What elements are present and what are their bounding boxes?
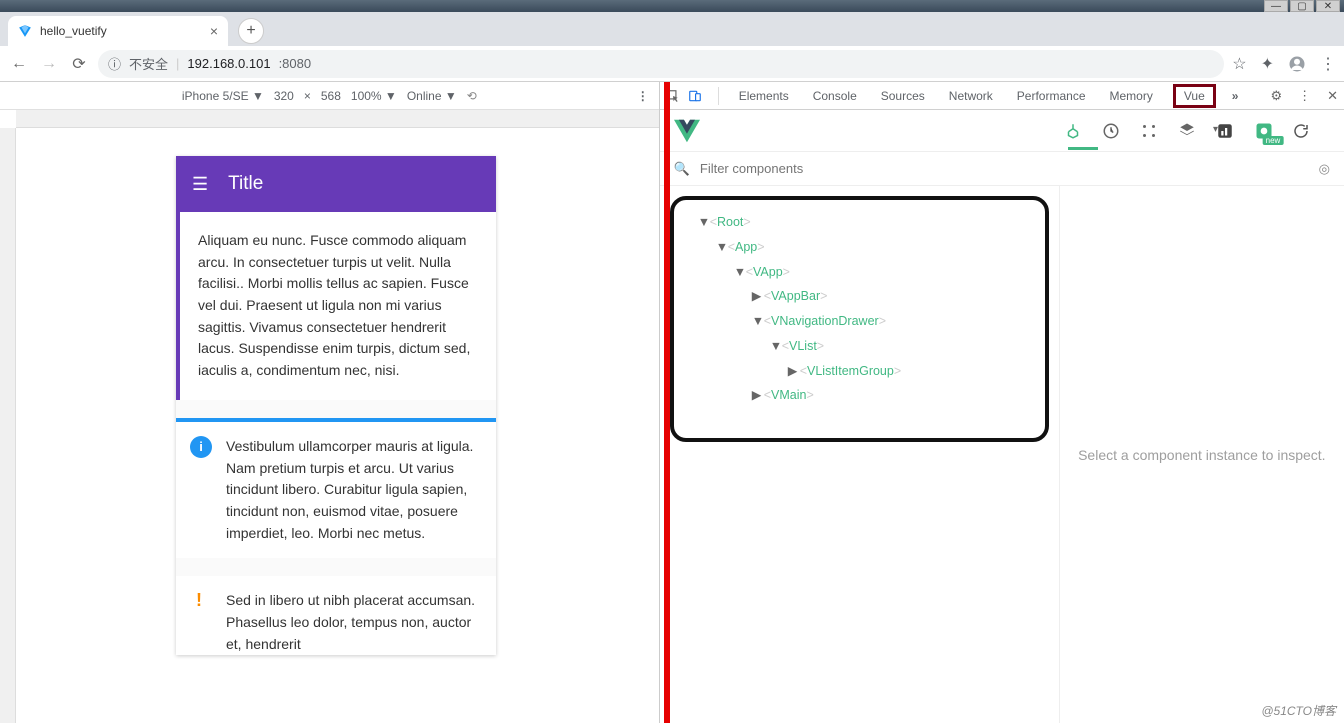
search-icon: 🔍 <box>674 161 690 177</box>
vue-devtools-toolbar: ▾ new <box>660 110 1344 152</box>
refresh-tool-icon[interactable] <box>1292 122 1330 140</box>
warning-icon: ! <box>196 590 200 608</box>
hamburger-icon[interactable]: ☰ <box>192 174 208 195</box>
card-info: i Vestibulum ullamcorper mauris at ligul… <box>176 418 496 558</box>
device-select[interactable]: iPhone 5/SE ▼ <box>182 89 264 103</box>
browser-menu-icon[interactable]: ⋮ <box>1320 54 1336 74</box>
card-info-text: Vestibulum ullamcorper mauris at ligula.… <box>226 436 482 544</box>
main-split: iPhone 5/SE ▼ 320 × 568 100% ▼ Online ▼ … <box>0 82 1344 723</box>
settings-tool-icon[interactable]: new <box>1254 121 1292 141</box>
window-minimize-button[interactable]: — <box>1264 0 1288 12</box>
reload-button[interactable]: ⟳ <box>68 54 90 74</box>
preview-canvas: ☰ Title Aliquam eu nunc. Fusce commodo a… <box>0 110 659 723</box>
devtools-menu-icon[interactable]: ⋮ <box>1298 88 1311 104</box>
device-toolbar-menu-icon[interactable]: ⋮ <box>637 89 649 103</box>
back-button[interactable]: ← <box>8 55 30 73</box>
vue-devtools-main: ▼<Root> ▼<App> ▼<VApp> ▶<VAppBar> ▼<VNav… <box>660 186 1344 723</box>
address-bar[interactable]: ⓘ 不安全 | 192.168.0.101:8080 <box>98 50 1224 78</box>
component-tree[interactable]: ▼<Root> ▼<App> ▼<VApp> ▶<VAppBar> ▼<VNav… <box>680 210 1039 408</box>
ruler-left <box>0 128 16 723</box>
app-bar: ☰ Title <box>176 156 496 212</box>
card-warning: ! Sed in libero ut nibh placerat accumsa… <box>176 576 496 655</box>
forward-button[interactable]: → <box>38 55 60 73</box>
tab-console[interactable]: Console <box>809 89 861 103</box>
card-primary: Aliquam eu nunc. Fusce commodo aliquam a… <box>176 212 496 400</box>
component-filter-input[interactable] <box>700 161 1309 176</box>
device-frame: ☰ Title Aliquam eu nunc. Fusce commodo a… <box>176 156 496 655</box>
tab-network[interactable]: Network <box>945 89 997 103</box>
annotation-box: ▼<Root> ▼<App> ▼<VApp> ▶<VAppBar> ▼<VNav… <box>670 196 1049 442</box>
tab-performance[interactable]: Performance <box>1013 89 1090 103</box>
browser-tabstrip: hello_vuetify × + <box>0 12 1344 46</box>
devtools-tabbar: Elements Console Sources Network Perform… <box>660 82 1344 110</box>
site-info-icon[interactable]: ⓘ <box>108 54 121 73</box>
routes-tool-icon[interactable] <box>1140 122 1178 140</box>
network-select[interactable]: Online ▼ <box>407 89 457 103</box>
tab-elements[interactable]: Elements <box>735 89 793 103</box>
security-label: 不安全 <box>129 54 168 73</box>
browser-tab[interactable]: hello_vuetify × <box>8 16 228 46</box>
zoom-select[interactable]: 100% ▼ <box>351 89 397 103</box>
device-toolbar: iPhone 5/SE ▼ 320 × 568 100% ▼ Online ▼ … <box>0 82 659 110</box>
rotate-icon[interactable]: ⟲ <box>467 89 477 103</box>
detail-empty-text: Select a component instance to inspect. <box>1078 447 1325 463</box>
browser-tab-title: hello_vuetify <box>40 24 107 38</box>
tabs-overflow-icon[interactable]: » <box>1232 89 1239 103</box>
tab-vue[interactable]: Vue <box>1173 84 1216 108</box>
app-bar-title: Title <box>228 173 263 195</box>
address-url: 192.168.0.101 <box>187 56 270 71</box>
component-detail-pane: Select a component instance to inspect. <box>1060 186 1344 723</box>
address-bar-row: ← → ⟳ ⓘ 不安全 | 192.168.0.101:8080 ☆ ✦ ⋮ <box>0 46 1344 82</box>
vue-logo-icon <box>674 118 700 144</box>
info-icon: i <box>190 436 212 458</box>
perf-tool-icon[interactable] <box>1216 122 1254 140</box>
component-tree-pane: ▼<Root> ▼<App> ▼<VApp> ▶<VAppBar> ▼<VNav… <box>660 186 1060 723</box>
timeline-tool-icon[interactable] <box>1102 122 1140 140</box>
devtools-panel: Elements Console Sources Network Perform… <box>660 82 1344 723</box>
extensions-icon[interactable]: ✦ <box>1261 54 1274 74</box>
watermark: @51CTO博客 <box>1261 702 1336 719</box>
os-titlebar: — ▢ ✕ <box>0 0 1344 12</box>
annotation-divider <box>664 82 670 723</box>
tab-close-icon[interactable]: × <box>210 23 218 39</box>
card-warning-text: Sed in libero ut nibh placerat accumsan.… <box>226 590 482 655</box>
address-port: :8080 <box>279 56 312 71</box>
profile-icon[interactable] <box>1288 55 1306 73</box>
ruler-top <box>16 110 659 128</box>
toggle-device-icon[interactable] <box>688 89 702 103</box>
device-preview-panel: iPhone 5/SE ▼ 320 × 568 100% ▼ Online ▼ … <box>0 82 660 723</box>
device-sep: × <box>304 89 311 103</box>
window-close-button[interactable]: ✕ <box>1316 0 1340 12</box>
tab-sources[interactable]: Sources <box>877 89 929 103</box>
components-tool-icon[interactable] <box>1064 122 1102 140</box>
component-search-bar: 🔍 ◎ <box>660 152 1344 186</box>
store-tool-icon[interactable]: ▾ <box>1178 122 1216 140</box>
window-maximize-button[interactable]: ▢ <box>1290 0 1314 12</box>
devtools-close-icon[interactable]: ✕ <box>1327 88 1338 104</box>
new-tab-button[interactable]: + <box>238 18 264 44</box>
bookmark-star-icon[interactable]: ☆ <box>1232 54 1246 74</box>
devtools-settings-icon[interactable]: ⚙ <box>1270 88 1282 104</box>
tab-memory[interactable]: Memory <box>1106 89 1157 103</box>
vuetify-favicon <box>18 24 32 38</box>
device-width[interactable]: 320 <box>274 89 294 103</box>
device-height[interactable]: 568 <box>321 89 341 103</box>
select-target-icon[interactable]: ◎ <box>1319 161 1330 177</box>
new-badge: new <box>1263 136 1284 145</box>
